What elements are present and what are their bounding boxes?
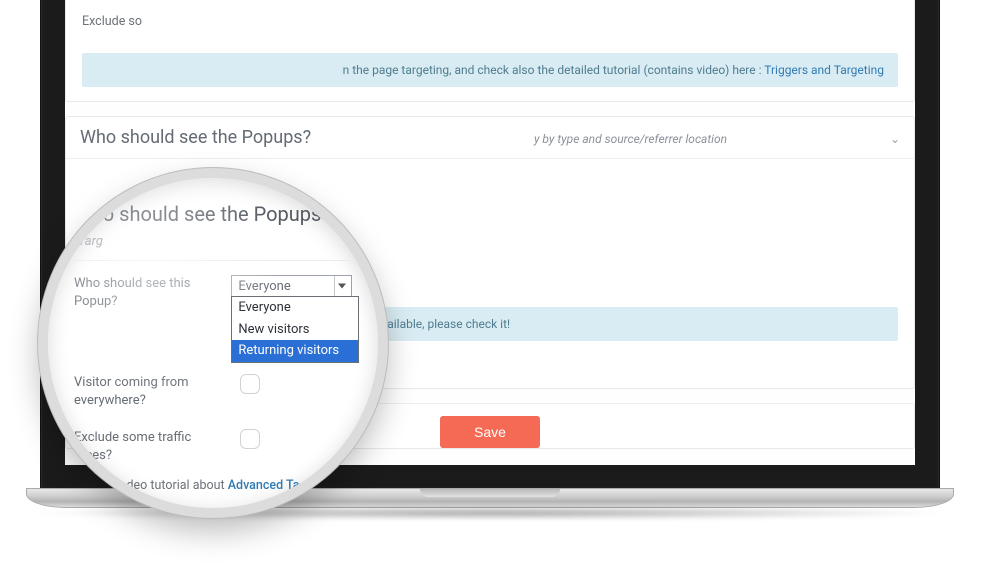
triggers-targeting-link[interactable]: Triggers and Targeting: [764, 63, 884, 77]
checkbox-exclude-traffic[interactable]: [240, 429, 260, 449]
row-exclude-cut: Exclude so: [82, 14, 898, 29]
option-returning-visitors[interactable]: Returning visitors: [232, 340, 358, 362]
panel-who-title: Who should see the Popups?: [80, 127, 311, 148]
magnifier-lens: Who should see the Popups? Targ Who shou…: [38, 168, 388, 518]
select-who[interactable]: Everyone Everyone New visitors Returning…: [231, 275, 352, 297]
select-who-box[interactable]: Everyone: [231, 275, 352, 297]
label-exclude-fragment: Exclude so: [82, 14, 252, 29]
panel-who-sub: y by type and source/referrer location: [319, 132, 882, 146]
label-exclude-traffic: Exclude some traffic urces?: [74, 429, 224, 464]
panel-where: Where to show the Popups? locations wher…: [65, 0, 915, 102]
where-tip-text: n the page targeting, and check also the…: [343, 63, 765, 77]
label-everywhere: Visitor coming from everywhere?: [74, 374, 224, 409]
lens-title: Who should see the Popups? Targ: [74, 202, 352, 250]
lens-advanced-line: deo tutorial about Advanced Ta: [48, 472, 378, 508]
option-everyone[interactable]: Everyone: [232, 297, 358, 319]
option-new-visitors[interactable]: New visitors: [232, 319, 358, 341]
save-button[interactable]: Save: [440, 416, 540, 448]
select-who-dropdown: Everyone New visitors Returning visitors: [231, 296, 359, 363]
checkbox-everywhere[interactable]: [240, 374, 260, 394]
label-who: Who should see this Popup?: [74, 275, 215, 310]
where-tip-strip: n the page targeting, and check also the…: [82, 53, 898, 87]
chevron-down-icon[interactable]: ⌄: [890, 132, 900, 146]
advanced-targeting-link[interactable]: Advanced Ta: [228, 478, 300, 493]
panel-who-header[interactable]: Who should see the Popups? y by type and…: [66, 117, 914, 159]
lens-row-who: Who should see this Popup? Everyone Ever…: [74, 275, 352, 330]
panel-where-body: Show on all pages? Exclude so: [66, 0, 914, 53]
